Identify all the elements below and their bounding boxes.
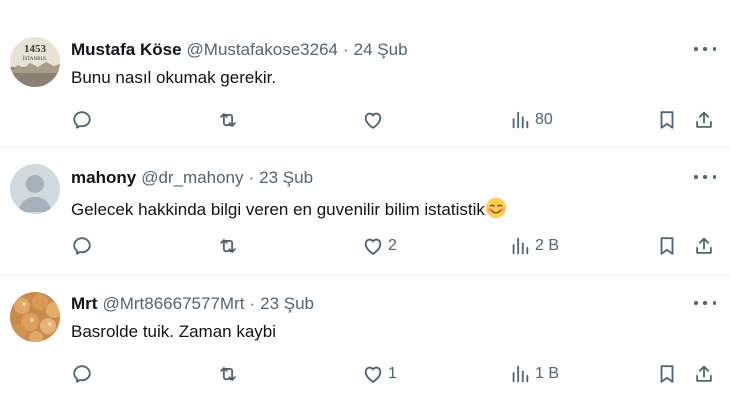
heart-icon (364, 112, 382, 129)
tweet-3[interactable]: Mrt @Mrt86667577Mrt · 23 Şub Basrolde tu… (0, 276, 730, 420)
action-bar: 1 1 B (0, 361, 730, 387)
analytics-icon (512, 365, 529, 383)
share-button[interactable] (693, 361, 715, 387)
reply-button[interactable] (71, 107, 97, 133)
tweet-text: Basrolde tuik. Zaman kaybi (71, 322, 277, 341)
author-name[interactable]: Mustafa Köse (71, 40, 182, 60)
share-icon (696, 365, 712, 382)
avatar[interactable] (10, 292, 60, 342)
svg-text:1453: 1453 (24, 43, 47, 55)
retweet-icon (220, 367, 236, 381)
separator-dot: · (248, 168, 255, 187)
tweet-text-wrapper: Gelecek hakkinda bilgi veren en guvenili… (71, 197, 507, 220)
reply-button[interactable] (71, 233, 97, 259)
tweet-text: Gelecek hakkinda bilgi veren en guvenili… (71, 200, 485, 219)
smiling-face-icon (485, 197, 506, 219)
share-icon (696, 111, 712, 128)
bookmark-icon (660, 237, 674, 255)
author-handle[interactable]: @dr_mahony (141, 168, 243, 188)
views-button[interactable]: 80 (509, 107, 553, 133)
tweet-header: mahony @dr_mahony · 23 Şub (71, 168, 313, 188)
share-icon (696, 237, 712, 254)
tweet-date[interactable]: 23 Şub (260, 294, 314, 314)
bookmark-icon (660, 365, 674, 383)
reply-icon (73, 111, 91, 129)
views-button[interactable]: 1 B (509, 361, 559, 387)
author-handle[interactable]: @Mrt86667577Mrt (102, 294, 244, 314)
like-count: 2 (388, 237, 397, 254)
like-button[interactable]: 2 (362, 233, 397, 259)
view-count: 1 B (535, 365, 560, 382)
share-button[interactable] (693, 107, 715, 133)
author-name[interactable]: mahony (71, 168, 136, 188)
reply-icon (73, 365, 91, 383)
retweet-button[interactable] (217, 107, 243, 133)
author-name[interactable]: Mrt (71, 294, 97, 314)
action-bar: 2 2 B (0, 233, 730, 259)
view-count: 2 B (535, 237, 560, 254)
like-button[interactable]: 1 (362, 361, 397, 387)
separator-dot: · (343, 40, 349, 59)
like-count: 1 (388, 365, 397, 382)
analytics-icon (512, 111, 529, 129)
separator-dot: · (249, 294, 256, 313)
tweet-date[interactable]: 23 Şub (259, 168, 313, 188)
avatar[interactable]: 1453 İSTANBUL (10, 37, 60, 87)
tweet-text: Bunu nasıl okumak gerekir. (71, 68, 277, 87)
retweet-button[interactable] (217, 233, 243, 259)
reply-button[interactable] (71, 361, 97, 387)
tweet-1[interactable]: 1453 İSTANBUL Mustafa Köse @Mustafakose3… (0, 0, 730, 148)
like-button[interactable] (362, 107, 388, 133)
svg-text:İSTANBUL: İSTANBUL (23, 56, 47, 62)
avatar-istanbul-image: 1453 İSTANBUL (10, 37, 60, 87)
retweet-button[interactable] (217, 361, 243, 387)
views-button[interactable]: 2 B (509, 233, 559, 259)
bookmark-icon (660, 111, 674, 129)
tweet-date[interactable]: 24 Şub (354, 40, 408, 60)
avatar[interactable] (10, 164, 60, 214)
retweet-icon (220, 239, 236, 253)
more-options-icon[interactable] (694, 170, 716, 184)
tweet-header: Mrt @Mrt86667577Mrt · 23 Şub (71, 294, 314, 314)
bookmark-button[interactable] (656, 361, 678, 387)
tweet-2[interactable]: mahony @dr_mahony · 23 Şub Gelecek hakki… (0, 148, 730, 276)
view-count: 80 (535, 111, 553, 128)
action-bar: 80 (0, 107, 730, 133)
heart-icon (364, 238, 382, 255)
heart-icon (364, 366, 382, 383)
tweet-header: Mustafa Köse @Mustafakose3264 · 24 Şub (71, 40, 408, 60)
pastry-photo-image (10, 292, 60, 342)
share-button[interactable] (693, 233, 715, 259)
analytics-icon (512, 237, 529, 255)
default-profile-icon (10, 164, 60, 214)
bookmark-button[interactable] (656, 107, 678, 133)
reply-icon (73, 237, 91, 255)
retweet-icon (220, 113, 236, 127)
more-options-icon[interactable] (694, 42, 716, 56)
author-handle[interactable]: @Mustafakose3264 (187, 40, 338, 60)
more-options-icon[interactable] (694, 296, 716, 310)
bookmark-button[interactable] (656, 233, 678, 259)
